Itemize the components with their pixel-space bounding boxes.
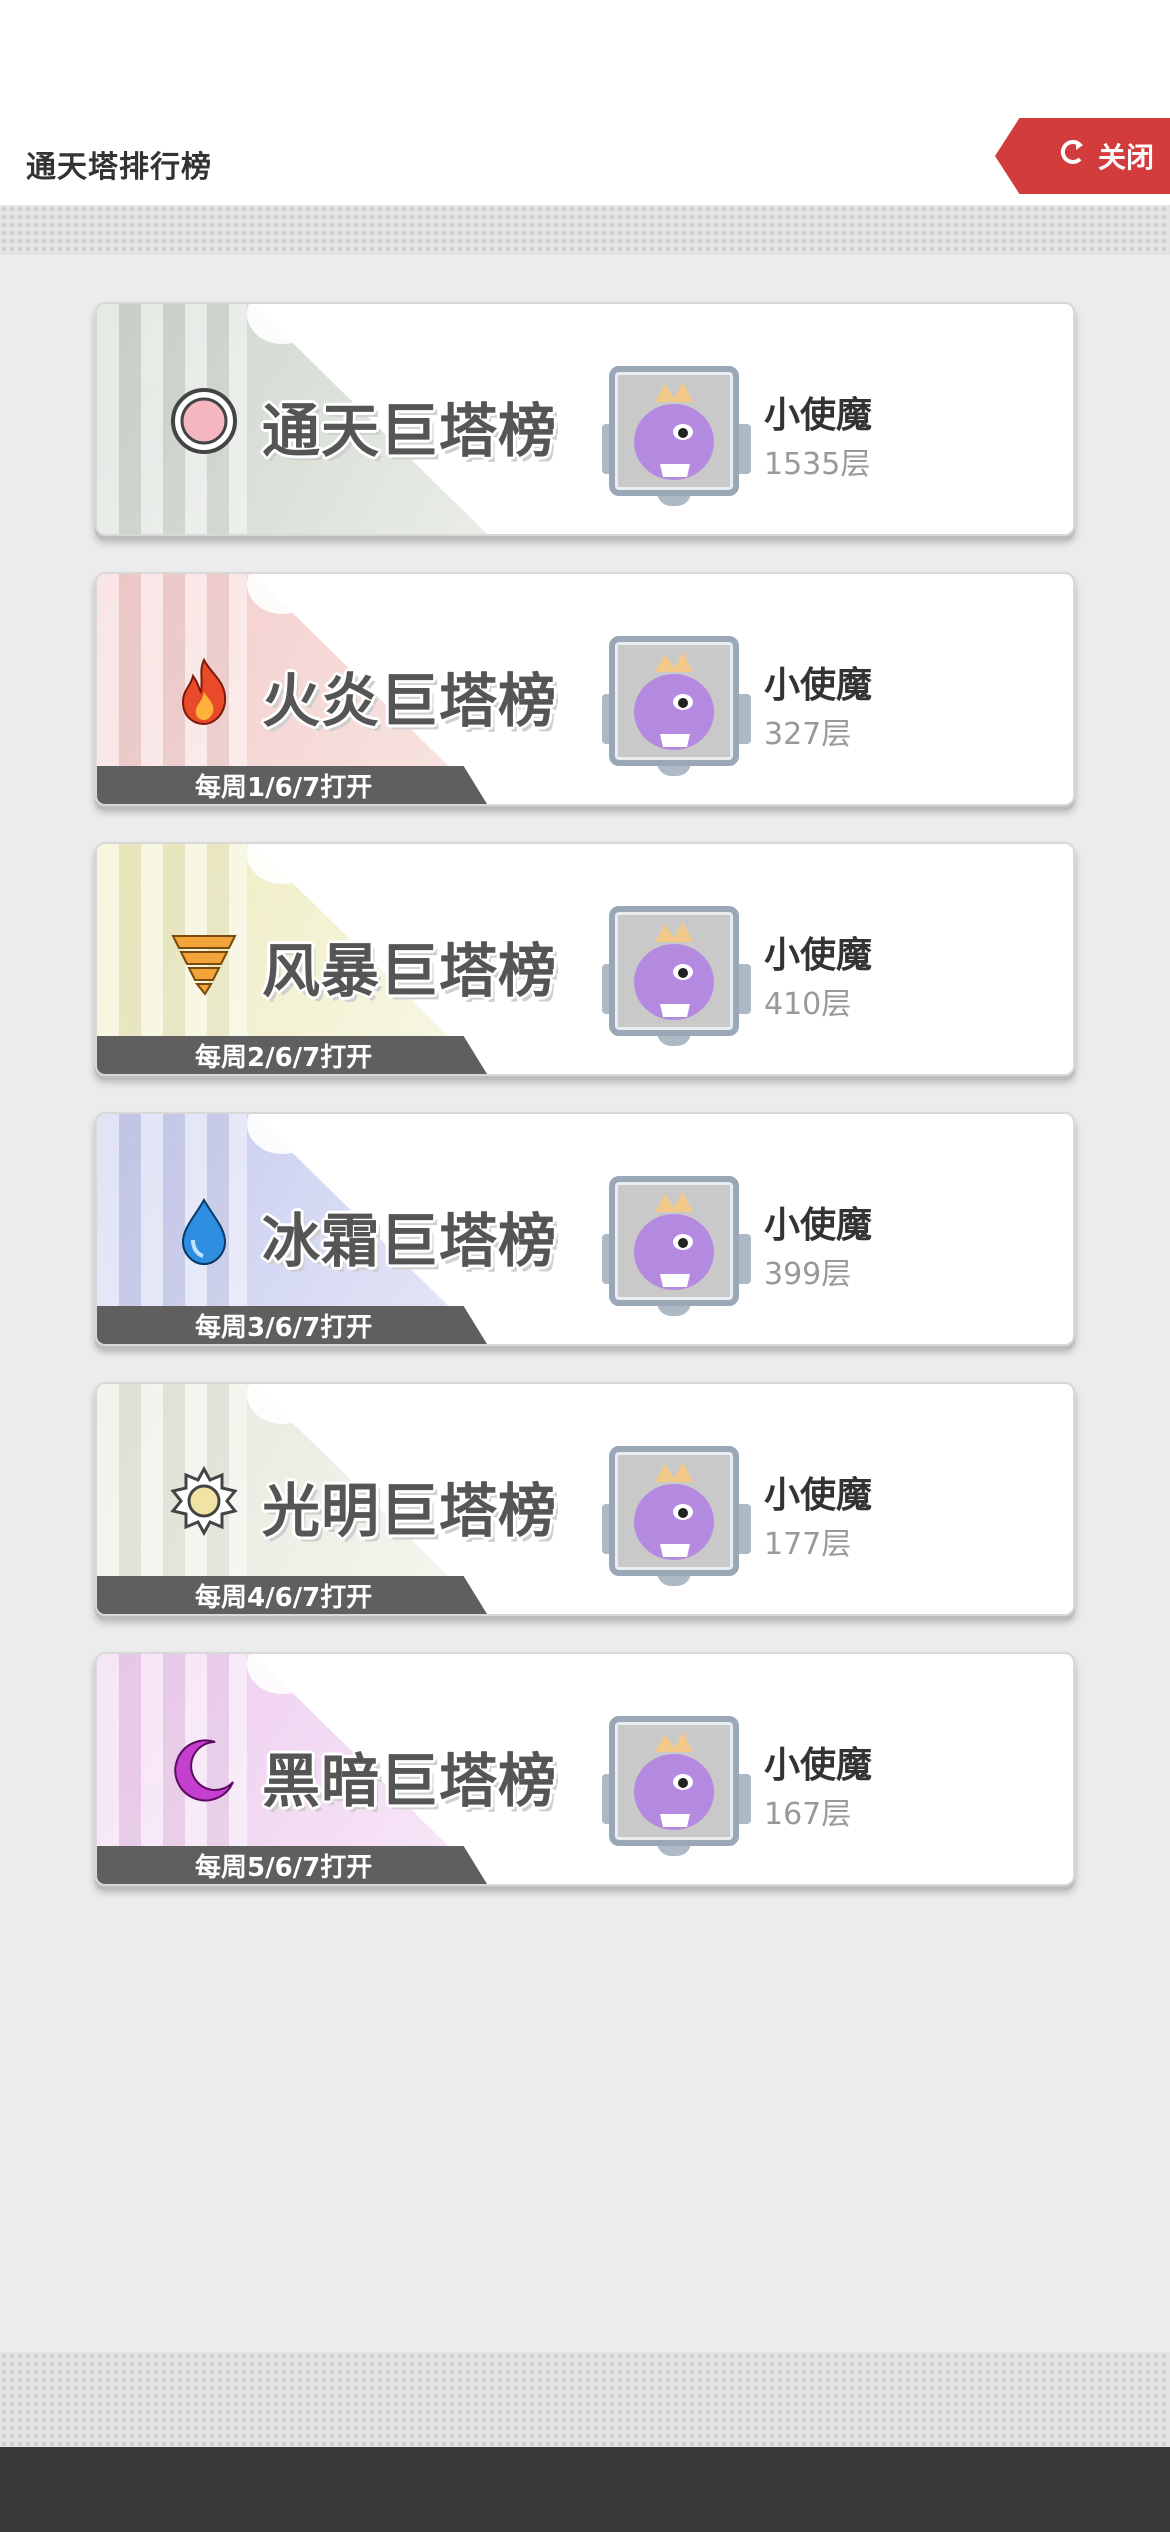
schedule-ribbon: 每周2/6/7打开	[97, 1036, 487, 1074]
bottom-bar	[0, 2447, 1170, 2532]
close-button[interactable]: 关闭	[995, 118, 1170, 194]
player-name: 小使魔	[764, 665, 873, 706]
player-floor: 410层	[764, 987, 852, 1022]
board-title: 冰霜巨塔榜	[262, 1207, 558, 1275]
board-title: 通天巨塔榜	[262, 397, 558, 465]
player-name: 小使魔	[764, 935, 873, 976]
header-pattern-divider	[0, 205, 1170, 255]
leaderboard-card-ice[interactable]: 冰霜巨塔榜 小使魔 399层 每周3/6/7打开	[95, 1112, 1075, 1346]
leaderboard-card-tongtian[interactable]: 通天巨塔榜 小使魔 1535层	[95, 302, 1075, 536]
player-floor: 1535层	[764, 447, 871, 482]
schedule-ribbon: 每周3/6/7打开	[97, 1306, 487, 1344]
page-title: 通天塔排行榜	[26, 150, 212, 185]
footer-pattern-divider	[0, 2352, 1170, 2447]
leaderboard-card-dark[interactable]: 黑暗巨塔榜 小使魔 167层 每周5/6/7打开	[95, 1652, 1075, 1886]
header-bar: 通天塔排行榜 关闭	[0, 0, 1170, 205]
player-floor: 177层	[764, 1527, 852, 1562]
leaderboard-card-storm[interactable]: 风暴巨塔榜 小使魔 410层 每周2/6/7打开	[95, 842, 1075, 1076]
schedule-ribbon: 每周4/6/7打开	[97, 1576, 487, 1614]
flame-icon	[181, 657, 227, 726]
avatar[interactable]	[609, 1716, 739, 1846]
undo-arrow-icon	[1058, 137, 1088, 175]
water-drop-icon	[181, 1197, 227, 1266]
player-name: 小使魔	[764, 1475, 873, 1516]
schedule-ribbon: 每周5/6/7打开	[97, 1846, 487, 1884]
player-floor: 327层	[764, 717, 852, 752]
leaderboard-list: 通天巨塔榜 小使魔 1535层 火炎巨塔榜 小使魔 327层 每周1/6/7打开	[95, 302, 1075, 1922]
avatar[interactable]	[609, 636, 739, 766]
tornado-icon	[171, 935, 237, 996]
crescent-moon-icon	[174, 1739, 234, 1802]
board-title: 光明巨塔榜	[262, 1477, 558, 1545]
board-title: 火炎巨塔榜	[262, 667, 558, 735]
avatar[interactable]	[609, 366, 739, 496]
player-name: 小使魔	[764, 1205, 873, 1246]
avatar[interactable]	[609, 906, 739, 1036]
avatar[interactable]	[609, 1446, 739, 1576]
player-name: 小使魔	[764, 395, 873, 436]
board-title: 黑暗巨塔榜	[262, 1747, 558, 1815]
close-label: 关闭	[1097, 141, 1154, 174]
ring-icon	[171, 388, 237, 454]
leaderboard-card-light[interactable]: 光明巨塔榜 小使魔 177层 每周4/6/7打开	[95, 1382, 1075, 1616]
sun-icon	[170, 1466, 238, 1536]
leaderboard-card-fire[interactable]: 火炎巨塔榜 小使魔 327层 每周1/6/7打开	[95, 572, 1075, 806]
schedule-ribbon: 每周1/6/7打开	[97, 766, 487, 804]
avatar[interactable]	[609, 1176, 739, 1306]
player-floor: 399层	[764, 1257, 852, 1292]
player-floor: 167层	[764, 1797, 852, 1832]
board-title: 风暴巨塔榜	[262, 937, 558, 1005]
player-name: 小使魔	[764, 1745, 873, 1786]
